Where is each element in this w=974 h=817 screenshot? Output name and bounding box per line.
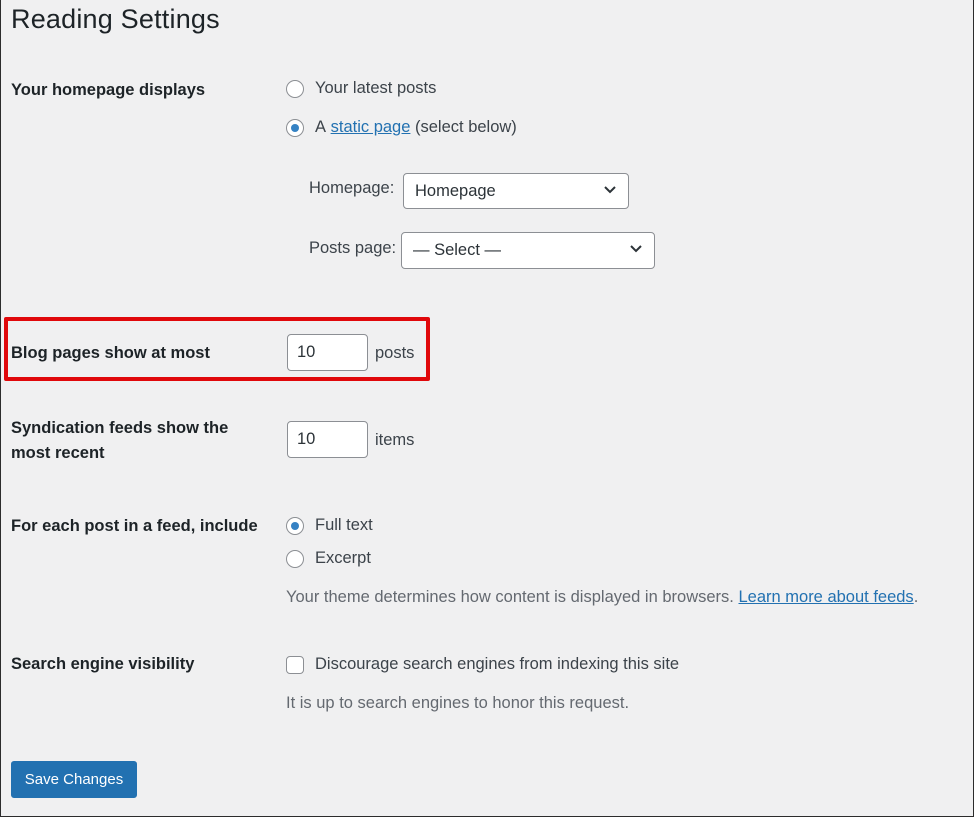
posts-page-select-label: Posts page: xyxy=(309,239,397,257)
chevron-down-icon xyxy=(630,245,642,253)
radio-button-checked[interactable] xyxy=(286,516,304,535)
homepage-select[interactable]: Homepage xyxy=(403,173,629,209)
learn-more-feeds-link[interactable]: Learn more about feeds xyxy=(738,588,913,606)
page-title: Reading Settings xyxy=(11,4,220,34)
radio-full-text[interactable]: Full text xyxy=(286,516,373,535)
posts-page-select[interactable]: — Select — xyxy=(401,232,655,269)
radio-static-page-suffix: (select below) xyxy=(415,118,517,136)
save-changes-button[interactable]: Save Changes xyxy=(11,761,137,798)
radio-static-page-prefix: A xyxy=(315,118,327,136)
static-page-link[interactable]: static page xyxy=(331,118,411,137)
homepage-displays-label: Your homepage displays xyxy=(11,81,206,99)
feed-include-label: For each post in a feed, include xyxy=(11,517,258,535)
radio-button[interactable] xyxy=(286,549,304,568)
discourage-search-checkbox[interactable] xyxy=(286,655,304,674)
radio-button[interactable] xyxy=(286,79,304,98)
blog-pages-unit: posts xyxy=(375,344,415,362)
discourage-search-label: Discourage search engines from indexing … xyxy=(315,655,680,673)
radio-static-page[interactable]: A static page (select below) xyxy=(286,118,517,137)
radio-button-checked[interactable] xyxy=(286,118,304,137)
posts-page-select-value: — Select — xyxy=(413,241,502,259)
discourage-search-option[interactable]: Discourage search engines from indexing … xyxy=(286,655,679,674)
feed-description: Your theme determines how content is dis… xyxy=(286,588,918,607)
search-visibility-description: It is up to search engines to honor this… xyxy=(286,694,630,712)
blog-pages-label: Blog pages show at most xyxy=(11,344,210,362)
syndication-label-line2: most recent xyxy=(11,444,105,462)
radio-excerpt-label: Excerpt xyxy=(315,549,371,567)
syndication-input[interactable]: 10 xyxy=(287,421,368,458)
syndication-unit: items xyxy=(375,431,415,449)
search-visibility-label: Search engine visibility xyxy=(11,655,195,673)
blog-pages-input[interactable]: 10 xyxy=(287,334,368,371)
homepage-select-label: Homepage: xyxy=(309,179,395,197)
feed-description-suffix: . xyxy=(913,588,919,606)
syndication-label-line1: Syndication feeds show the xyxy=(11,419,229,437)
homepage-select-value: Homepage xyxy=(415,181,496,200)
chevron-down-icon xyxy=(604,186,616,194)
radio-latest-posts-label: Your latest posts xyxy=(315,79,437,97)
radio-excerpt[interactable]: Excerpt xyxy=(286,549,371,568)
radio-full-text-label: Full text xyxy=(315,516,373,534)
feed-description-text: Your theme determines how content is dis… xyxy=(286,588,734,606)
radio-latest-posts[interactable]: Your latest posts xyxy=(286,79,436,98)
